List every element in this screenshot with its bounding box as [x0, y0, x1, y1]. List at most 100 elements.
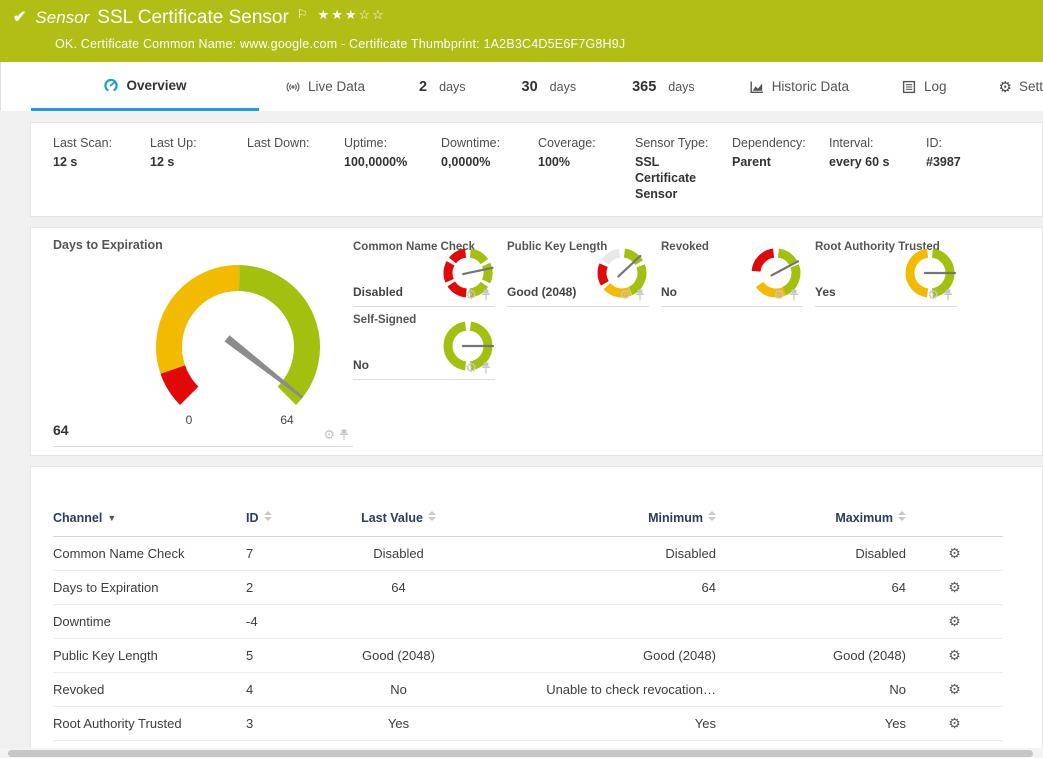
- horizontal-scrollbar-track: [0, 748, 1043, 758]
- gauge-pin-icon[interactable]: [635, 289, 645, 301]
- info-value: 12 s: [53, 154, 134, 170]
- cell-channel: Revoked: [53, 673, 246, 707]
- column-header-channel[interactable]: Channel▼: [53, 507, 246, 537]
- gauge-self-signed: Self-Signed No ⚙: [353, 313, 495, 380]
- gauge-pin-icon[interactable]: [481, 289, 491, 301]
- gauge-value: Yes: [815, 285, 836, 299]
- cell-last-value: Yes: [311, 707, 486, 741]
- tab-2-days-number: 2: [419, 79, 427, 95]
- cell-id: -4: [246, 605, 311, 639]
- cell-maximum: No: [716, 673, 906, 707]
- gauge-value: No: [661, 285, 677, 299]
- gauge-current-value: 64: [53, 422, 69, 438]
- sort-desc-icon: ▼: [107, 513, 116, 523]
- live-data-icon: [285, 79, 301, 95]
- info-value: SSL Certificate Sensor: [635, 154, 707, 202]
- tab-30-days[interactable]: 30 days: [494, 62, 605, 111]
- tab-log-label: Log: [924, 79, 947, 94]
- gauge-root-authority-trusted: Root Authority Trusted Yes ⚙: [815, 240, 957, 307]
- tab-settings[interactable]: ⚙ Settings: [973, 62, 1043, 111]
- info-value: Parent: [732, 154, 813, 170]
- cell-maximum: [716, 605, 906, 639]
- info-label: Uptime:: [344, 136, 425, 150]
- info-value: #3987: [926, 154, 1007, 170]
- info-label: Coverage:: [538, 136, 619, 150]
- horizontal-scrollbar-thumb[interactable]: [8, 750, 1033, 757]
- info-last-down: Last Down:: [247, 136, 344, 216]
- settings-gear-icon: ⚙: [999, 78, 1012, 96]
- gauge-title: Days to Expiration: [53, 238, 353, 252]
- cell-minimum: [486, 605, 716, 639]
- gauge-gear-icon[interactable]: ⚙: [619, 287, 631, 303]
- channel-table: Channel▼ ID Last Value Minimum Maximum C…: [53, 507, 1003, 758]
- gauge-pin-icon[interactable]: [789, 289, 799, 301]
- info-value: 100%: [538, 154, 619, 170]
- cell-maximum: Yes: [716, 707, 906, 741]
- column-header-edit: [906, 507, 1003, 537]
- cell-id: 3: [246, 707, 311, 741]
- channel-settings-icon[interactable]: ⚙: [948, 681, 961, 697]
- channel-settings-icon[interactable]: ⚙: [948, 647, 961, 663]
- cell-last-value: Good (2048): [311, 639, 486, 673]
- tab-settings-label: Settings: [1019, 79, 1043, 94]
- info-label: Downtime:: [441, 136, 522, 150]
- svg-text:0: 0: [186, 413, 193, 427]
- tab-historic-data-label: Historic Data: [772, 79, 849, 94]
- gauge-gear-icon[interactable]: ⚙: [927, 287, 939, 303]
- cell-minimum: Good (2048): [486, 639, 716, 673]
- info-label: Last Up:: [150, 136, 231, 150]
- info-value: 0,0000%: [441, 154, 522, 170]
- channel-settings-icon[interactable]: ⚙: [948, 613, 961, 629]
- gauge-value: Good (2048): [507, 285, 576, 299]
- cell-minimum: Yes: [486, 707, 716, 741]
- channel-settings-icon[interactable]: ⚙: [948, 715, 961, 731]
- cell-channel: Public Key Length: [53, 639, 246, 673]
- info-downtime: Downtime: 0,0000%: [441, 136, 538, 216]
- cell-minimum: Unable to check revocation…: [486, 673, 716, 707]
- gauge-gear-icon[interactable]: ⚙: [773, 287, 785, 303]
- info-value: 100,0000%: [344, 154, 425, 170]
- tab-30-days-number: 30: [522, 79, 538, 95]
- channel-settings-icon[interactable]: ⚙: [948, 545, 961, 561]
- tab-2-days[interactable]: 2 days: [391, 62, 493, 111]
- table-row: Common Name Check 7 Disabled Disabled Di…: [53, 537, 1003, 571]
- cell-last-value: No: [311, 673, 486, 707]
- table-row: Downtime -4 ⚙: [53, 605, 1003, 639]
- svg-text:64: 64: [280, 413, 294, 427]
- flag-icon[interactable]: ⚐: [297, 1, 308, 27]
- column-header-id[interactable]: ID: [246, 507, 311, 537]
- sort-icon: [264, 511, 272, 521]
- gauge-gear-icon[interactable]: ⚙: [465, 287, 477, 303]
- tab-historic-data[interactable]: Historic Data: [723, 62, 875, 111]
- tab-log[interactable]: Log: [875, 62, 973, 111]
- gauge-gear-icon[interactable]: ⚙: [323, 427, 335, 443]
- cell-maximum: Disabled: [716, 537, 906, 571]
- column-header-maximum[interactable]: Maximum: [716, 507, 906, 537]
- days-to-expiration-gauge: Days to Expiration 0 64 64 ⚙: [53, 238, 353, 447]
- column-header-last-value[interactable]: Last Value: [311, 507, 486, 537]
- cell-last-value: [311, 605, 486, 639]
- gauge-pin-icon[interactable]: [339, 429, 349, 441]
- cell-id: 7: [246, 537, 311, 571]
- info-last-scan: Last Scan: 12 s: [53, 136, 150, 216]
- tab-overview[interactable]: Overview: [31, 62, 259, 111]
- sensor-info-strip: Last Scan: 12 s Last Up: 12 s Last Down:…: [30, 122, 1043, 217]
- gauge-pin-icon[interactable]: [481, 362, 491, 374]
- info-dependency: Dependency: Parent: [732, 136, 829, 216]
- tab-365-days[interactable]: 365 days: [604, 62, 723, 111]
- cell-channel: Root Authority Trusted: [53, 707, 246, 741]
- sensor-status-header: ✔ Sensor SSL Certificate Sensor ⚐ ★★★☆☆ …: [0, 0, 1043, 62]
- priority-star-rating[interactable]: ★★★☆☆: [318, 2, 386, 28]
- tab-live-data[interactable]: Live Data: [259, 62, 391, 111]
- channel-settings-icon[interactable]: ⚙: [948, 579, 961, 595]
- gauge-public-key-length: Public Key Length Good (2048) ⚙: [507, 240, 649, 307]
- gauge-title: Public Key Length: [507, 241, 607, 253]
- gauge-revoked: Revoked No ⚙: [661, 240, 803, 307]
- gauge-pin-icon[interactable]: [943, 289, 953, 301]
- table-row: Days to Expiration 2 64 64 64 ⚙: [53, 571, 1003, 605]
- channel-table-panel: Channel▼ ID Last Value Minimum Maximum C…: [30, 466, 1043, 758]
- log-list-icon: [901, 79, 917, 95]
- tab-live-data-label: Live Data: [308, 79, 365, 94]
- column-header-minimum[interactable]: Minimum: [486, 507, 716, 537]
- gauge-gear-icon[interactable]: ⚙: [465, 360, 477, 376]
